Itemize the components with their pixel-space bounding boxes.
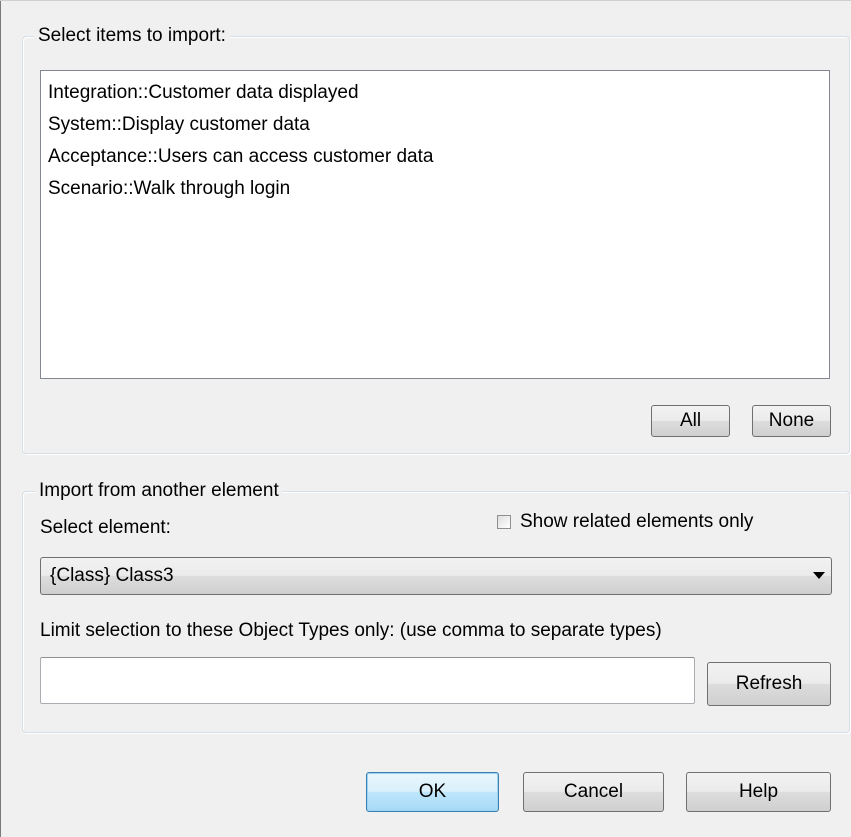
refresh-button[interactable]: Refresh [707,662,831,706]
show-related-checkbox[interactable]: Show related elements only [497,511,753,533]
show-related-label: Show related elements only [520,511,754,532]
element-select-dropdown[interactable]: {Class} Class3 [40,557,832,595]
import-from-title: Import from another element [36,480,282,502]
limit-selection-label: Limit selection to these Object Types on… [40,620,662,641]
list-item[interactable]: Scenario::Walk through login [48,173,829,205]
select-items-title: Select items to import: [34,25,230,47]
window-top-edge [0,0,851,1]
import-items-list[interactable]: Integration::Customer data displayed Sys… [40,70,830,379]
cancel-button[interactable]: Cancel [523,772,664,812]
select-element-label: Select element: [40,517,171,538]
list-item[interactable]: System::Display customer data [48,109,829,141]
list-item[interactable]: Integration::Customer data displayed [48,77,829,109]
help-button[interactable]: Help [686,772,831,812]
selected-element-value: {Class} Class3 [50,565,174,586]
select-none-button[interactable]: None [752,405,831,437]
select-all-button[interactable]: All [651,405,730,437]
chevron-down-icon[interactable] [813,572,825,579]
window-left-edge [0,0,1,837]
ok-button[interactable]: OK [366,772,499,812]
list-item[interactable]: Acceptance::Users can access customer da… [48,141,829,173]
checkbox-box[interactable] [497,515,511,529]
object-types-input[interactable] [40,657,695,704]
